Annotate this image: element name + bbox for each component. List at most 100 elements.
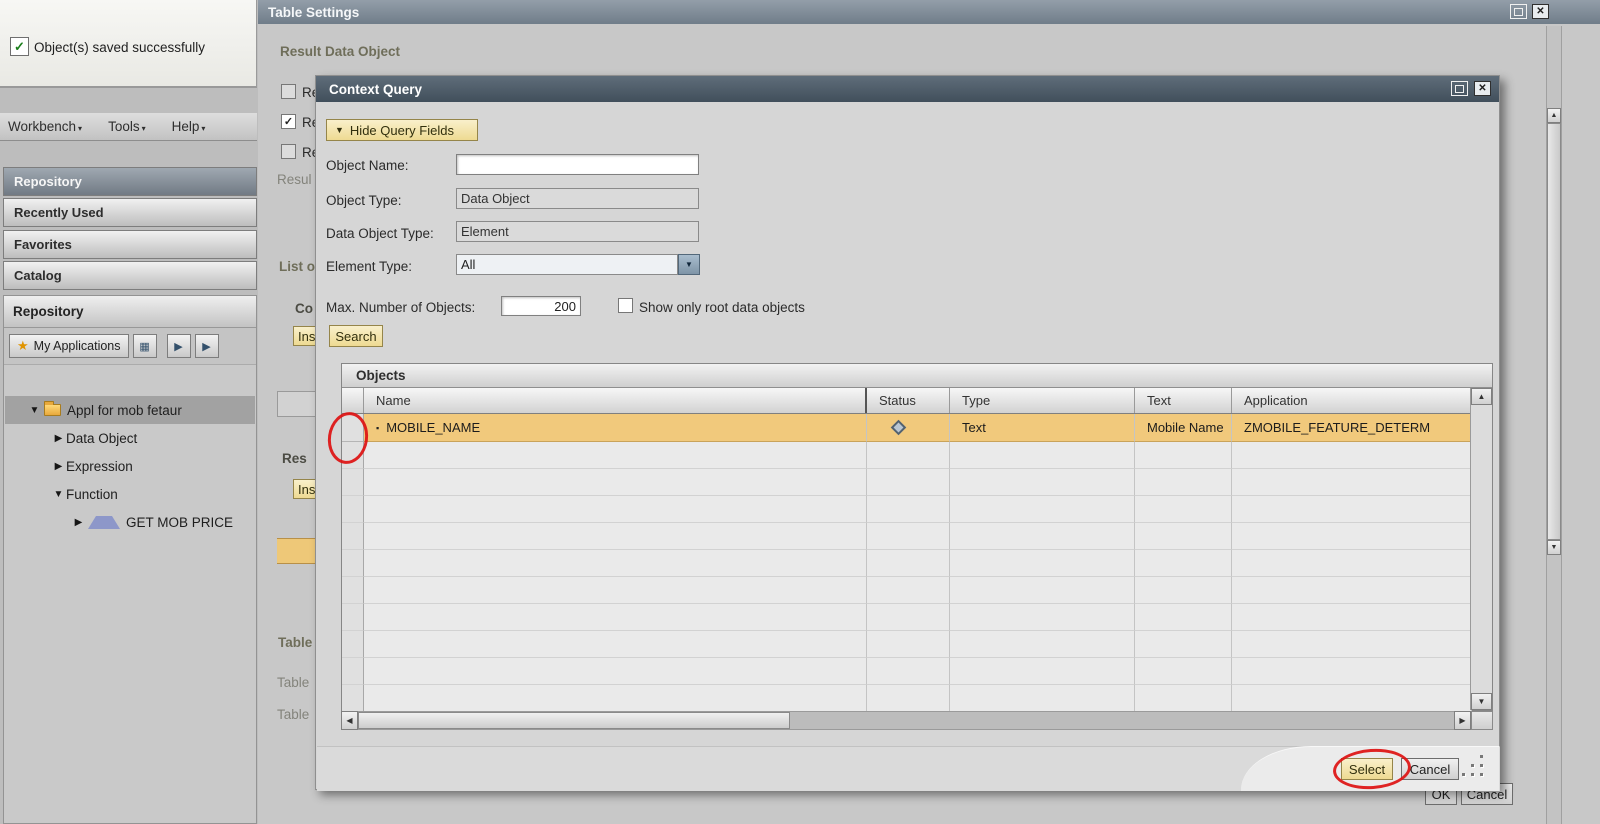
show-root-checkbox[interactable] xyxy=(618,298,633,313)
table-partial-label-2: Table xyxy=(277,707,310,722)
vertical-scrollbar[interactable]: ▲ ▼ xyxy=(1546,26,1562,824)
row-selector[interactable] xyxy=(342,523,364,550)
row-selector[interactable] xyxy=(342,604,364,631)
sidebar-item-catalog[interactable]: Catalog xyxy=(3,261,257,290)
scroll-up-icon[interactable]: ▲ xyxy=(1471,388,1492,405)
menu-help[interactable]: Help ▾ xyxy=(172,119,206,134)
row-selector[interactable] xyxy=(342,577,364,604)
objects-table-row-mobile-name[interactable]: ▪ MOBILE_NAME Text Mobile Name ZMOBILE_FE… xyxy=(342,414,1472,442)
search-button[interactable]: Search xyxy=(329,325,383,347)
table-horizontal-scrollbar[interactable]: ◀ ▶ xyxy=(341,711,1471,730)
column-header-name[interactable]: Name xyxy=(364,388,867,413)
dropdown-glyph: ▼ xyxy=(685,260,693,269)
scroll-up-icon[interactable]: ▲ xyxy=(1547,108,1561,123)
row-selector[interactable] xyxy=(342,658,364,685)
forward-icon[interactable]: ▶ xyxy=(194,334,219,358)
column-header-text[interactable]: Text xyxy=(1135,388,1232,413)
scrollbar-track[interactable] xyxy=(358,711,1454,730)
sidebar-item-repository[interactable]: Repository xyxy=(3,167,257,196)
tree-item-expression[interactable]: ▶ Expression xyxy=(5,452,255,480)
objects-table-empty-row[interactable] xyxy=(342,604,1472,631)
element-type-dropdown[interactable]: All xyxy=(456,254,678,275)
empty-cell xyxy=(867,685,950,712)
empty-cell xyxy=(1135,550,1232,577)
close-glyph: ✕ xyxy=(1478,82,1487,94)
scrollbar-track[interactable] xyxy=(1471,405,1492,693)
empty-cell xyxy=(1232,469,1472,496)
cell-name[interactable]: ▪ MOBILE_NAME xyxy=(364,414,867,442)
empty-cell xyxy=(950,604,1135,631)
empty-cell xyxy=(1232,550,1472,577)
restore-window-icon[interactable] xyxy=(1510,4,1527,19)
notification-panel: ✓ Object(s) saved successfully xyxy=(0,0,257,88)
tree-item-function[interactable]: ▼ Function xyxy=(5,480,255,508)
scroll-left-icon[interactable]: ◀ xyxy=(341,711,358,730)
result-partial-label: Resul xyxy=(277,172,312,187)
column-header-application[interactable]: Application xyxy=(1232,388,1472,413)
forward-step-icon[interactable]: ▶ xyxy=(166,334,191,358)
objects-table-empty-row[interactable] xyxy=(342,577,1472,604)
hide-query-fields-button[interactable]: ▼ Hide Query Fields xyxy=(326,119,478,141)
menu-workbench[interactable]: Workbench ▾ xyxy=(8,119,82,134)
scroll-down-icon[interactable]: ▼ xyxy=(1547,540,1561,555)
scroll-right-icon[interactable]: ▶ xyxy=(1454,711,1471,730)
column-label: Name xyxy=(376,393,411,408)
empty-cell xyxy=(950,496,1135,523)
objects-table-empty-row[interactable] xyxy=(342,550,1472,577)
scrollbar-thumb[interactable] xyxy=(1547,123,1561,540)
max-objects-input[interactable] xyxy=(501,296,581,316)
resize-grip[interactable] xyxy=(1458,752,1486,780)
expander-closed-icon[interactable]: ▶ xyxy=(71,517,86,528)
context-query-titlebar[interactable]: Context Query xyxy=(316,76,1499,102)
scrollbar-thumb[interactable] xyxy=(358,712,790,729)
my-applications-button[interactable]: ★ My Applications xyxy=(9,334,129,358)
empty-cell xyxy=(1232,577,1472,604)
result-checkbox-3[interactable] xyxy=(281,144,296,159)
object-name-input[interactable] xyxy=(456,154,699,175)
close-window-icon[interactable]: ✕ xyxy=(1532,4,1549,19)
table-corner-button[interactable] xyxy=(1471,711,1493,730)
objects-table-empty-row[interactable] xyxy=(342,631,1472,658)
scroll-down-icon[interactable]: ▼ xyxy=(1471,693,1492,710)
insert-label: Ins xyxy=(298,481,316,497)
grid-view-icon[interactable]: ▦ xyxy=(132,334,157,358)
row-selector[interactable] xyxy=(342,496,364,523)
tree-item-get-mob-price[interactable]: ▶ GET MOB PRICE xyxy=(5,508,255,536)
result-checkbox-2[interactable]: ✓ xyxy=(281,114,296,129)
cell-text: Mobile Name xyxy=(1135,414,1232,442)
dropdown-arrow-icon[interactable]: ▼ xyxy=(678,254,700,275)
menu-tools[interactable]: Tools ▾ xyxy=(108,119,146,134)
empty-cell xyxy=(364,469,867,496)
row-selector[interactable] xyxy=(342,469,364,496)
row-selector[interactable] xyxy=(342,685,364,712)
expander-closed-icon[interactable]: ▶ xyxy=(51,433,66,444)
table-vertical-scrollbar[interactable]: ▲ ▼ xyxy=(1470,388,1492,710)
expander-open-icon[interactable]: ▼ xyxy=(27,405,42,416)
object-name-value: MOBILE_NAME xyxy=(386,420,481,435)
objects-table-empty-row[interactable] xyxy=(342,523,1472,550)
tree-item-appl-for-mob-fetaur[interactable]: ▼ Appl for mob fetaur xyxy=(5,396,255,424)
expander-open-icon[interactable]: ▼ xyxy=(51,489,66,500)
objects-table-empty-row[interactable] xyxy=(342,658,1472,685)
column-header-type[interactable]: Type xyxy=(950,388,1135,413)
result-checkbox-1[interactable] xyxy=(281,84,296,99)
cell-application: ZMOBILE_FEATURE_DETERM xyxy=(1232,414,1472,442)
expander-closed-icon[interactable]: ▶ xyxy=(51,461,66,472)
list-section-label: List o xyxy=(279,259,315,274)
objects-table-empty-row[interactable] xyxy=(342,469,1472,496)
empty-cell xyxy=(364,631,867,658)
restore-window-icon[interactable] xyxy=(1451,81,1468,96)
bullet-icon: ▪ xyxy=(376,422,380,433)
sidebar-item-recently-used[interactable]: Recently Used xyxy=(3,198,257,227)
sidebar-item-favorites[interactable]: Favorites xyxy=(3,230,257,259)
row-selector[interactable] xyxy=(342,550,364,577)
column-header-status[interactable]: Status xyxy=(867,388,950,413)
table-settings-titlebar[interactable]: Table Settings xyxy=(258,0,1600,24)
objects-table-empty-row[interactable] xyxy=(342,442,1472,469)
objects-table-empty-row[interactable] xyxy=(342,685,1472,712)
close-window-icon[interactable]: ✕ xyxy=(1474,81,1491,96)
tree-item-label: Function xyxy=(66,486,118,502)
row-selector[interactable] xyxy=(342,631,364,658)
objects-table-empty-row[interactable] xyxy=(342,496,1472,523)
tree-item-data-object[interactable]: ▶ Data Object xyxy=(5,424,255,452)
